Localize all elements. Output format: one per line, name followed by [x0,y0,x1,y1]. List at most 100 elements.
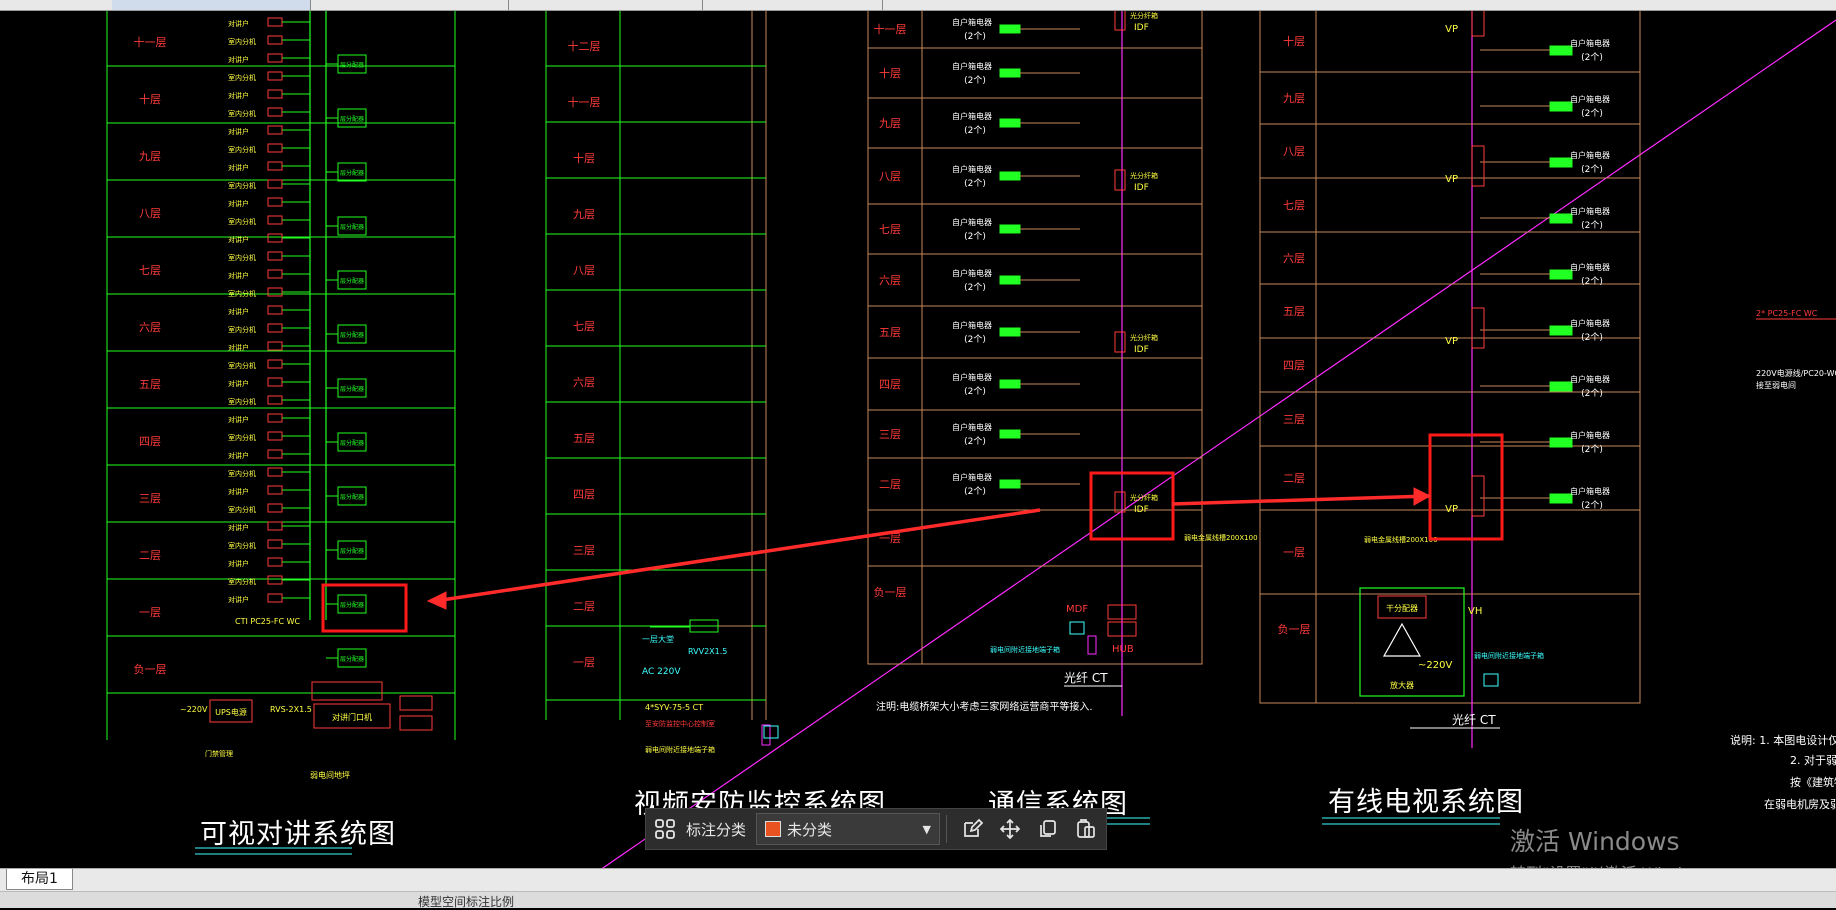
document-tab-strip [0,0,1836,11]
floor-label: 十层 [573,151,595,165]
unit-box [267,215,283,225]
outlet-count: (2个) [1581,52,1603,63]
outlet-count: (2个) [1581,444,1603,455]
floor-label: 二层 [573,600,595,613]
idf-label: IDF [1134,23,1149,33]
status-bar: 模型空间标注比例 [0,891,1836,909]
floor-label: 九层 [139,150,161,163]
component-label: 对讲户 [228,199,249,208]
chevron-down-icon: ▼ [922,823,932,836]
red-arrow-head [1413,487,1432,506]
cctv-label: 一层大堂 [642,634,674,644]
outlet-count: (2个) [964,178,986,189]
distributor-label: 层分配器 [340,115,364,123]
floor-label: 三层 [573,544,595,557]
distributor-label: 层分配器 [340,61,364,69]
idf-tap [1114,331,1126,353]
unit-box [267,323,283,333]
floor-label: 十层 [879,66,901,80]
outlet-count: (2个) [964,31,986,42]
floor-label: 十一层 [568,95,601,109]
ground-label: 弱电间地坪 [310,770,350,780]
move-icon[interactable] [991,809,1029,849]
outlet-count: (2个) [964,436,986,447]
note-text: 在弱电机房及弱电间 [1764,797,1836,811]
component-label: 室内分机 [228,145,256,154]
component-label: 对讲户 [228,379,249,388]
tab-layout1[interactable]: 布局1 [6,869,73,890]
unit-box [267,539,283,549]
outlet-symbol [999,118,1021,128]
door-unit-box [311,681,383,701]
unit-box [267,359,283,369]
component-label: 对讲户 [228,487,249,496]
outlet-symbol [1549,381,1573,392]
component-label: 对讲户 [228,55,249,64]
floor-label: 十一层 [874,22,907,36]
category-select[interactable]: 未分类 ▼ [756,813,941,845]
outlet-symbol [999,275,1021,285]
floor-label: 九层 [1283,92,1305,105]
ground-terminal [1069,621,1085,635]
distributor-label: 层分配器 [340,169,364,177]
cad-drawing: 十一层十层九层八层七层六层五层四层三层二层一层负一层对讲户室内分机对讲户室内分机… [106,0,1836,871]
document-tab[interactable] [698,0,883,10]
component-label: 室内分机 [228,325,256,334]
unit-box [267,53,283,63]
paste-icon[interactable] [1067,809,1105,849]
component-label: 室内分机 [228,505,256,514]
outlet-count: (2个) [964,75,986,86]
red-arrow-line [1171,494,1431,506]
floor-label: 二层 [139,549,161,562]
document-tab[interactable] [0,0,117,10]
floor-label: 七层 [139,264,161,277]
telecom-note: 注明:电缆桥架大小考虑三家网络运营商平等接入. [876,700,1093,713]
outlet-symbol [1549,157,1573,168]
idf-tap [1114,169,1126,191]
unit-box [267,467,283,477]
floor-label: 二层 [879,478,901,491]
idf-label: IDF [1134,505,1149,515]
outlet-count: (2个) [964,334,986,345]
floor-label: 五层 [879,326,901,339]
document-tab[interactable] [504,0,703,10]
status-text: 模型空间标注比例 [418,895,515,909]
component-label: 室内分机 [228,181,256,190]
distributor-label: 层分配器 [340,439,364,447]
grid-layout-icon[interactable] [646,809,684,849]
copy-icon[interactable] [1029,809,1067,849]
floor-label: 负一层 [874,585,907,599]
outlet-label: 自户箱电器 [1570,150,1610,160]
vp-box [1471,145,1485,187]
document-tab[interactable] [306,0,509,10]
floor-label: 九层 [879,117,901,130]
cable-label: RVS-2X1.5 [270,705,312,714]
category-color-swatch [765,821,782,837]
highlight-box [321,583,408,633]
idf-tap [1114,9,1126,31]
outlet-symbol [1549,437,1573,448]
document-tab-active[interactable] [112,0,311,10]
unit-box [267,377,283,387]
outlet-symbol [999,379,1021,389]
outlet-label: 自户箱电器 [1570,262,1610,272]
component-label: 室内分机 [228,73,256,82]
ups-label: UPS电源 [215,707,247,717]
bottom-bar: 布局1 模型空间标注比例 [0,868,1836,909]
telecom-diagram: 十一层自户箱电器(2个)十层自户箱电器(2个)九层自户箱电器(2个)八层自户箱电… [867,0,1258,825]
highlight-box [1428,433,1504,541]
component-label: 对讲户 [228,415,249,424]
outlet-count: (2个) [1581,276,1603,287]
floor-label: 三层 [1283,413,1305,426]
unit-box [267,269,283,279]
edit-icon[interactable] [953,809,991,849]
unit-box [267,179,283,189]
component-label: 对讲户 [228,127,249,136]
distributor-label: 层分配器 [340,547,364,555]
outlet-symbol [1549,101,1573,112]
idf-label: IDF [1134,183,1149,193]
drawing-canvas[interactable]: 十一层 十层 九层 八层 七层 六层 五层 四层 三层 二层 一层 负一层 对讲户 室内分机 对讲户 室内分机… [0,0,1836,906]
unit-box [267,125,283,135]
outlet-count: (2个) [964,386,986,397]
floor-label: 四层 [879,378,901,391]
